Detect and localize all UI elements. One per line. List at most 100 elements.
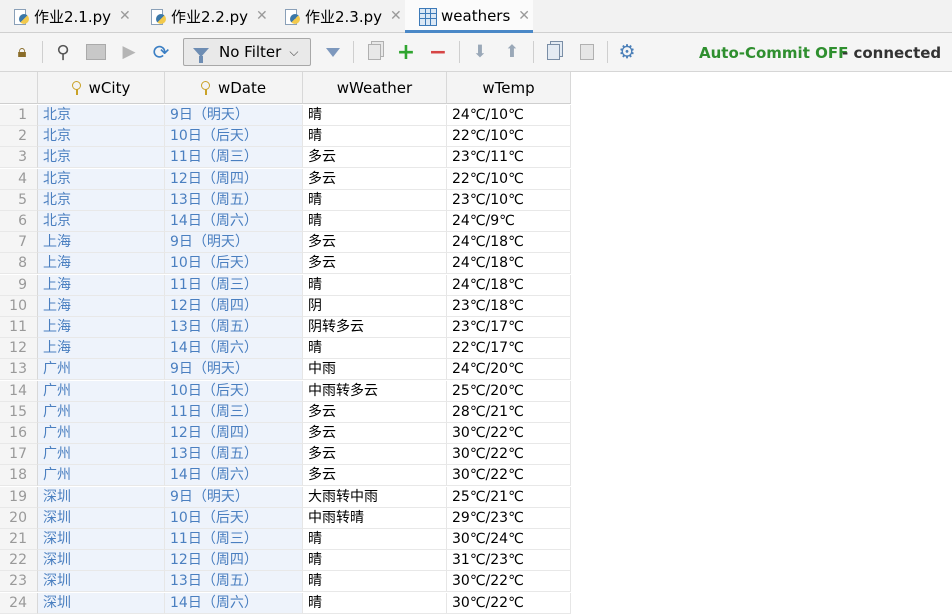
cell-wweather[interactable]: 中雨转晴 [303,507,447,529]
cell-wweather[interactable]: 晴 [303,274,447,296]
cell-wdate[interactable]: 10日（后天） [165,380,303,402]
filter-dropdown[interactable]: No Filter ⌵ [183,38,311,66]
settings-icon[interactable]: ⚙ [617,41,637,63]
cell-wdate[interactable]: 13日（周五） [165,317,303,338]
close-icon[interactable]: ✕ [256,8,268,24]
clear-filter-icon[interactable] [323,42,343,62]
table-row[interactable]: 21 深圳 11日（周三）晴 30℃/24℃ [0,529,571,550]
tab-weathers[interactable]: weathers ✕ [405,0,533,33]
cell-wdate[interactable]: 10日（后天） [165,126,303,148]
cell-wtemp[interactable]: 28℃/21℃ [447,401,571,423]
tab-homework-2-2[interactable]: 作业2.2.py ✕ [137,0,271,32]
column-header-wcity[interactable]: wCity [38,72,165,104]
cell-wweather[interactable]: 晴 [303,571,447,593]
cell-wcity[interactable]: 深圳 [38,592,165,614]
cell-wweather[interactable]: 阴 [303,295,447,317]
cell-wtemp[interactable]: 22℃/10℃ [447,126,571,148]
cell-wdate[interactable]: 14日（周六） [165,338,303,360]
cell-wweather[interactable]: 晴 [303,592,447,614]
cell-wcity[interactable]: 北京 [38,211,165,232]
cell-wcity[interactable]: 上海 [38,253,165,275]
cell-wtemp[interactable]: 24℃/18℃ [447,232,571,254]
cell-wcity[interactable]: 北京 [38,189,165,211]
copy-icon[interactable] [364,42,384,62]
tab-homework-2-1[interactable]: 作业2.1.py ✕ [0,0,137,32]
table-row[interactable]: 24 深圳 14日（周六）晴 30℃/22℃ [0,592,571,614]
cell-wtemp[interactable]: 30℃/24℃ [447,529,571,550]
cell-wdate[interactable]: 10日（后天） [165,253,303,275]
table-row[interactable]: 2 北京 10日（后天）晴 22℃/10℃ [0,126,571,148]
add-icon[interactable]: + [396,40,416,65]
cell-wcity[interactable]: 北京 [38,168,165,190]
cell-wtemp[interactable]: 22℃/17℃ [447,338,571,360]
cell-wcity[interactable]: 深圳 [38,507,165,529]
cell-wdate[interactable]: 13日（周五） [165,571,303,593]
cell-wdate[interactable]: 12日（周四） [165,550,303,572]
cell-wtemp[interactable]: 29℃/23℃ [447,507,571,529]
cell-wdate[interactable]: 13日（周五） [165,444,303,466]
cell-wdate[interactable]: 12日（周四） [165,423,303,444]
cell-wdate[interactable]: 14日（周六） [165,592,303,614]
table-row[interactable]: 15 广州 11日（周三） 多云 28℃/21℃ [0,401,571,423]
cell-wdate[interactable]: 9日（明天） [165,105,303,126]
cell-wweather[interactable]: 阴转多云 [303,317,447,338]
cell-wdate[interactable]: 11日（周三） [165,529,303,550]
cell-wcity[interactable]: 上海 [38,317,165,338]
cell-wweather[interactable]: 晴 [303,550,447,572]
table-row[interactable]: 16 广州 12日（周四） 多云 30℃/22℃ [0,423,571,444]
cell-wcity[interactable]: 广州 [38,380,165,402]
table-row[interactable]: 11 上海 13日（周五） 阴转多云 23℃/17℃ [0,317,571,338]
cell-wweather[interactable]: 晴 [303,126,447,148]
cell-wcity[interactable]: 广州 [38,444,165,466]
cell-wtemp[interactable]: 25℃/21℃ [447,486,571,508]
cell-wweather[interactable]: 晴 [303,105,447,126]
cell-wweather[interactable]: 中雨 [303,359,447,381]
cell-wweather[interactable]: 晴 [303,211,447,232]
cell-wcity[interactable]: 北京 [38,147,165,169]
cell-wcity[interactable]: 上海 [38,338,165,360]
table-row[interactable]: 23 深圳 13日（周五）晴 30℃/22℃ [0,571,571,593]
cell-wdate[interactable]: 10日（后天） [165,507,303,529]
cell-wcity[interactable]: 广州 [38,423,165,444]
cell-wweather[interactable]: 多云 [303,465,447,487]
cell-wweather[interactable]: 中雨转多云 [303,380,447,402]
move-down-icon[interactable]: ⬇ [470,42,490,62]
cell-wdate[interactable]: 12日（周四） [165,295,303,317]
clone-icon[interactable] [543,42,563,62]
cell-wweather[interactable]: 多云 [303,401,447,423]
cell-wdate[interactable]: 11日（周三） [165,147,303,169]
cell-wweather[interactable]: 多云 [303,232,447,254]
cell-wdate[interactable]: 9日（明天） [165,486,303,508]
tab-homework-2-3[interactable]: 作业2.3.py ✕ [271,0,405,32]
auto-commit-status[interactable]: Auto-Commit OFF [699,44,848,62]
cell-wtemp[interactable]: 24℃/18℃ [447,253,571,275]
table-row[interactable]: 12 上海 14日（周六）晴 22℃/17℃ [0,338,571,360]
cell-wtemp[interactable]: 30℃/22℃ [447,444,571,466]
cell-wcity[interactable]: 上海 [38,295,165,317]
cell-wtemp[interactable]: 23℃/10℃ [447,189,571,211]
column-header-wdate[interactable]: wDate [165,72,303,104]
cell-wtemp[interactable]: 24℃/20℃ [447,359,571,381]
move-up-icon[interactable]: ⬆ [502,42,522,62]
cell-wtemp[interactable]: 30℃/22℃ [447,571,571,593]
cell-wdate[interactable]: 9日（明天） [165,359,303,381]
cell-wcity[interactable]: 上海 [38,232,165,254]
cell-wcity[interactable]: 深圳 [38,571,165,593]
cell-wdate[interactable]: 12日（周四） [165,168,303,190]
table-row[interactable]: 20 深圳 10日（后天） 中雨转晴 29℃/23℃ [0,507,571,529]
table-row[interactable]: 1 北京 9日（明天）晴 24℃/10℃ [0,105,571,126]
cell-wdate[interactable]: 14日（周六） [165,465,303,487]
refresh-icon[interactable]: ⟳ [151,40,171,64]
cell-wcity[interactable]: 上海 [38,274,165,296]
cell-wweather[interactable]: 大雨转中雨 [303,486,447,508]
cell-wdate[interactable]: 13日（周五） [165,189,303,211]
cell-wweather[interactable]: 多云 [303,444,447,466]
remove-icon[interactable]: − [428,40,448,65]
cell-wtemp[interactable]: 31℃/23℃ [447,550,571,572]
cell-wtemp[interactable]: 23℃/17℃ [447,317,571,338]
close-icon[interactable]: ✕ [119,8,131,24]
table-row[interactable]: 8 上海 10日（后天） 多云 24℃/18℃ [0,253,571,275]
cell-wweather[interactable]: 晴 [303,529,447,550]
cell-wtemp[interactable]: 23℃/11℃ [447,147,571,169]
lock-icon[interactable]: 🔒︎ [12,42,32,62]
